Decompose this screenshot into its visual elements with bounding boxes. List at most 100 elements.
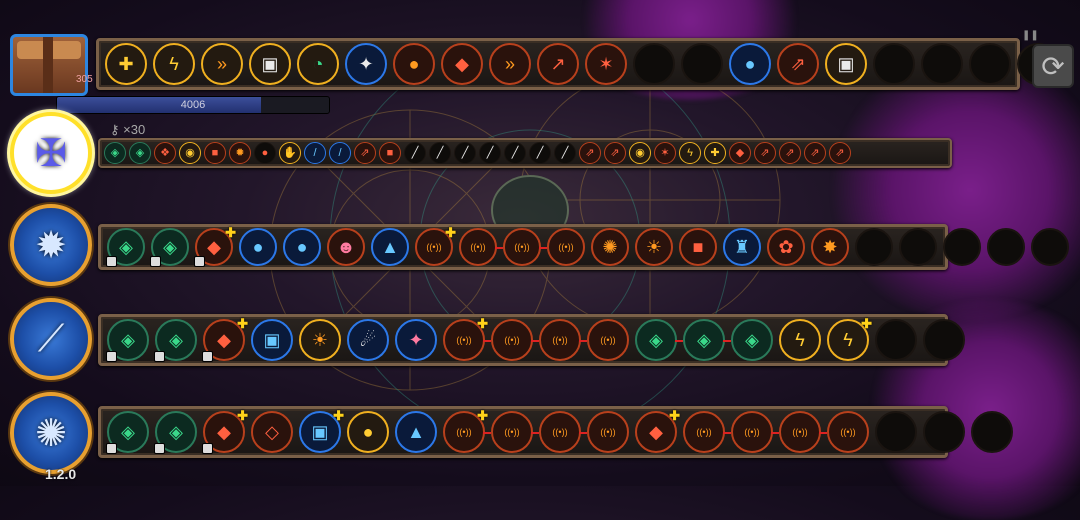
skill-slot[interactable]: ✺ xyxy=(591,228,629,266)
skill-slot[interactable]: ● xyxy=(729,43,771,85)
skill-slot[interactable]: ◈ xyxy=(106,411,149,454)
skill-slot[interactable]: ● xyxy=(254,142,276,164)
skill-slot[interactable]: ╱ xyxy=(404,142,426,164)
skill-slot[interactable]: ((•)) ✚ xyxy=(415,225,456,266)
skill-slot[interactable]: ▣ xyxy=(825,43,867,85)
skill-slot[interactable]: ◈ xyxy=(154,411,197,454)
skill-slot[interactable]: ◈ xyxy=(129,142,151,164)
empty-slot[interactable] xyxy=(899,228,937,266)
skill-slot[interactable]: / xyxy=(329,142,351,164)
skill-slot[interactable]: ((•)) xyxy=(779,411,827,453)
skill-slot[interactable]: ◆ ✚ xyxy=(202,408,248,454)
empty-slot[interactable] xyxy=(921,43,963,85)
skill-slot[interactable]: ((•)) ✚ xyxy=(443,408,491,453)
skill-slot[interactable]: ✦ xyxy=(345,43,387,85)
skill-slot[interactable]: ■ xyxy=(679,228,717,266)
skill-slot[interactable]: ((•)) xyxy=(827,411,869,453)
skill-slot[interactable]: ● xyxy=(347,411,389,453)
skill-slot[interactable]: ╱ xyxy=(504,142,526,164)
skill-slot[interactable]: ↗ xyxy=(537,43,579,85)
skill-slot[interactable]: ■ xyxy=(379,142,401,164)
skill-slot[interactable]: / xyxy=(304,142,326,164)
skill-slot[interactable]: ◔ xyxy=(297,43,339,85)
empty-slot[interactable] xyxy=(923,411,965,453)
skill-slot[interactable]: ◈ xyxy=(150,228,189,267)
empty-slot[interactable] xyxy=(681,43,723,85)
skill-slot[interactable]: ◉ xyxy=(629,142,651,164)
skill-slot[interactable]: ◈ xyxy=(154,319,197,362)
empty-slot[interactable] xyxy=(969,43,1011,85)
skill-slot[interactable]: ✸ xyxy=(811,228,849,266)
skill-slot[interactable]: ((•)) xyxy=(587,319,629,361)
skill-slot[interactable]: ✶ xyxy=(585,43,627,85)
skill-slot[interactable]: ((•)) xyxy=(491,319,539,361)
character-staff[interactable]: ✠ xyxy=(10,112,92,194)
skill-slot[interactable]: ◆ xyxy=(729,142,751,164)
skill-slot[interactable]: ⇗ xyxy=(829,142,851,164)
skill-slot[interactable]: ((•)) xyxy=(459,228,503,266)
skill-slot[interactable]: ✚ xyxy=(704,142,726,164)
skill-slot[interactable]: ❖ xyxy=(154,142,176,164)
skill-slot[interactable]: ✦ xyxy=(395,319,437,361)
skill-slot[interactable]: ((•)) ✚ xyxy=(443,316,491,361)
empty-slot[interactable] xyxy=(875,411,917,453)
skill-slot[interactable]: ☀ xyxy=(635,228,673,266)
skill-slot[interactable]: ((•)) xyxy=(683,411,731,453)
skill-slot[interactable]: ✿ xyxy=(767,228,805,266)
skill-slot[interactable]: ◈ xyxy=(683,319,731,361)
skill-slot[interactable]: ⇗ xyxy=(754,142,776,164)
skill-slot[interactable]: ☻ xyxy=(327,228,365,266)
skill-slot[interactable]: ▲ xyxy=(371,228,409,266)
empty-slot[interactable] xyxy=(875,319,917,361)
skill-slot[interactable]: ▣ ✚ xyxy=(299,408,344,453)
skill-slot[interactable]: ⇗ xyxy=(777,43,819,85)
character-mace[interactable]: ✹ xyxy=(10,204,92,286)
empty-slot[interactable] xyxy=(987,228,1025,266)
skill-slot[interactable]: ✋ xyxy=(279,142,301,164)
skill-slot[interactable]: ▣ xyxy=(251,319,293,361)
empty-slot[interactable] xyxy=(971,411,1013,453)
skill-slot[interactable]: ((•)) xyxy=(547,228,585,266)
skill-slot[interactable]: ◈ xyxy=(104,142,126,164)
skill-slot[interactable]: ☀ xyxy=(299,319,341,361)
skill-slot[interactable]: ((•)) xyxy=(539,319,587,361)
skill-slot[interactable]: ▣ xyxy=(249,43,291,85)
refresh-button[interactable]: ⟳ xyxy=(1032,44,1074,88)
skill-slot[interactable]: ✹ xyxy=(229,142,251,164)
skill-slot[interactable]: ◆ ✚ xyxy=(202,316,248,362)
skill-slot[interactable]: ● xyxy=(239,228,277,266)
character-orb[interactable]: ✺ xyxy=(10,392,92,474)
skill-slot[interactable]: ϟ ✚ xyxy=(827,316,872,361)
skill-slot[interactable]: ((•)) xyxy=(587,411,629,453)
skill-slot[interactable]: » xyxy=(489,43,531,85)
skill-slot[interactable]: » xyxy=(201,43,243,85)
skill-slot[interactable]: ✚ xyxy=(105,43,147,85)
skill-slot[interactable]: ╱ xyxy=(479,142,501,164)
skill-slot[interactable]: ╱ xyxy=(554,142,576,164)
skill-slot[interactable]: ((•)) xyxy=(731,411,779,453)
character-blade[interactable]: ⟋ xyxy=(10,298,92,380)
empty-slot[interactable] xyxy=(923,319,965,361)
skill-slot[interactable]: ◆ ✚ xyxy=(194,225,236,267)
skill-slot[interactable]: ╱ xyxy=(529,142,551,164)
skill-slot[interactable]: ● xyxy=(393,43,435,85)
skill-slot[interactable]: ■ xyxy=(204,142,226,164)
skill-slot[interactable]: ◆ ✚ xyxy=(635,408,680,453)
pause-icon[interactable]: ❚❚ xyxy=(1022,30,1039,44)
skill-slot[interactable]: ((•)) xyxy=(539,411,587,453)
empty-slot[interactable] xyxy=(873,43,915,85)
empty-slot[interactable] xyxy=(943,228,981,266)
skill-slot[interactable]: ▲ xyxy=(395,411,437,453)
skill-slot[interactable]: ϟ xyxy=(779,319,821,361)
skill-slot[interactable]: ╱ xyxy=(454,142,476,164)
skill-slot[interactable]: ◈ xyxy=(635,319,683,361)
skill-slot[interactable]: ● xyxy=(283,228,321,266)
empty-slot[interactable] xyxy=(1031,228,1069,266)
skill-slot[interactable]: ((•)) xyxy=(491,411,539,453)
skill-slot[interactable]: ◆ xyxy=(441,43,483,85)
skill-slot[interactable]: ◈ xyxy=(731,319,773,361)
skill-slot[interactable]: ◉ xyxy=(179,142,201,164)
skill-slot[interactable]: ✶ xyxy=(654,142,676,164)
skill-slot[interactable]: ⇗ xyxy=(354,142,376,164)
skill-slot[interactable]: ☄ xyxy=(347,319,389,361)
